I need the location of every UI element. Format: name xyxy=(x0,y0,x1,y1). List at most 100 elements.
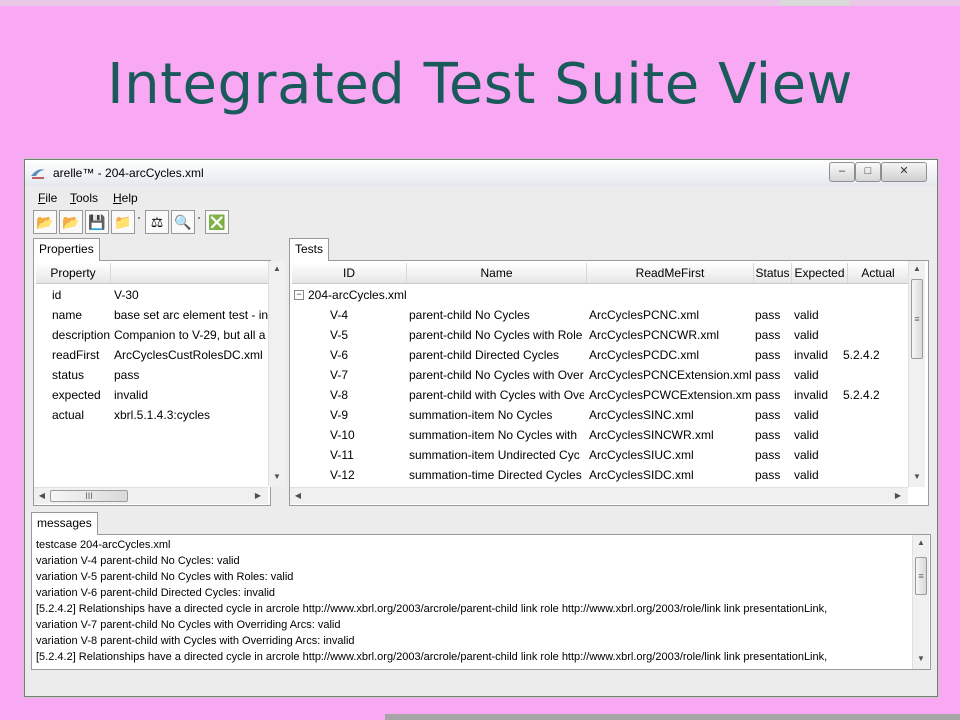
message-line: variation V-5 parent-child No Cycles wit… xyxy=(36,571,294,583)
toolbar-separator xyxy=(138,217,140,219)
top-strip xyxy=(0,0,960,6)
test-status: pass xyxy=(755,448,781,462)
scroll-up-arrow[interactable]: ▲ xyxy=(269,261,285,277)
test-row[interactable]: V-6 parent-child Directed Cycles ArcCycles… xyxy=(290,345,908,365)
properties-header: Property xyxy=(36,263,268,284)
test-id: V-12 xyxy=(330,468,355,482)
test-readmefirst: ArcCyclesSIDC.xml xyxy=(589,468,694,482)
test-row[interactable]: V-9 summation-item No Cycles ArcCyclesSINC… xyxy=(290,405,908,425)
messages-vscroll[interactable]: ▲ ≡ ▼ xyxy=(912,535,929,669)
property-row[interactable]: actual xbrl.5.1.4.3:cycles xyxy=(36,405,268,425)
test-readmefirst: ArcCyclesPCWCExtension.xml xyxy=(589,388,751,402)
column-header-readmefirst[interactable]: ReadMeFirst xyxy=(587,263,754,283)
menu-file[interactable]: File xyxy=(38,191,57,205)
column-header-status[interactable]: Status xyxy=(754,263,792,283)
test-readmefirst: ArcCyclesSIUC.xml xyxy=(589,448,694,462)
test-status: pass xyxy=(755,308,781,322)
test-status: pass xyxy=(755,368,781,382)
test-row[interactable]: V-4 parent-child No Cycles ArcCyclesPCNC.x… xyxy=(290,305,908,325)
window-titlebar[interactable]: arelle™ - 204-arcCycles.xml – □ ✕ xyxy=(25,160,937,186)
property-value: invalid xyxy=(114,388,149,402)
testcase-label: 204-arcCycles.xml xyxy=(308,288,407,302)
test-status: pass xyxy=(755,348,781,362)
save-icon[interactable]: 💾 xyxy=(85,210,109,234)
open-folder-icon[interactable]: 📂 xyxy=(33,210,57,234)
scroll-left-arrow[interactable]: ◀ xyxy=(34,488,50,504)
test-id: V-4 xyxy=(330,308,349,322)
scroll-right-arrow[interactable]: ▶ xyxy=(250,488,266,504)
test-id: V-9 xyxy=(330,408,349,422)
hscroll-thumb[interactable]: III xyxy=(50,490,128,502)
scroll-down-arrow[interactable]: ▼ xyxy=(269,469,285,485)
clear-log-icon[interactable]: ❎ xyxy=(205,210,229,234)
scroll-left-arrow[interactable]: ◀ xyxy=(290,488,306,504)
test-row[interactable]: V-5 parent-child No Cycles with Role ArcCy… xyxy=(290,325,908,345)
column-header-name[interactable]: Name xyxy=(407,263,587,283)
property-value: xbrl.5.1.4.3:cycles xyxy=(114,408,211,422)
compare-icon[interactable]: 🔍 xyxy=(171,210,195,234)
test-readmefirst: ArcCyclesSINC.xml xyxy=(589,408,694,422)
minimize-button[interactable]: – xyxy=(829,162,855,182)
test-expected: valid xyxy=(794,448,819,462)
property-value: pass xyxy=(114,368,140,382)
maximize-button[interactable]: □ xyxy=(855,162,881,182)
test-name: parent-child No Cycles with Over xyxy=(409,368,584,382)
property-row[interactable]: status pass xyxy=(36,365,268,385)
property-value: V-30 xyxy=(114,288,139,302)
test-id: V-8 xyxy=(330,388,349,402)
property-row[interactable]: expected invalid xyxy=(36,385,268,405)
test-status: pass xyxy=(755,388,781,402)
validate-icon[interactable]: ⚖ xyxy=(145,210,169,234)
test-row[interactable]: V-7 parent-child No Cycles with Over ArcCy… xyxy=(290,365,908,385)
tab-properties[interactable]: Properties xyxy=(33,238,100,261)
scroll-down-arrow[interactable]: ▼ xyxy=(913,651,929,667)
test-row[interactable]: V-10 summation-item No Cycles with ArcCycl… xyxy=(290,425,908,445)
property-row[interactable]: name base set arc element test - inv xyxy=(36,305,268,325)
test-actual xyxy=(843,465,903,485)
column-header-id[interactable]: ID xyxy=(292,263,407,283)
scroll-down-arrow[interactable]: ▼ xyxy=(909,469,925,485)
test-name: summation-item No Cycles xyxy=(409,408,553,422)
property-row[interactable]: readFirst ArcCyclesCustRolesDC.xml xyxy=(36,345,268,365)
messages-panel: testcase 204-arcCycles.xml variation V-4 … xyxy=(31,534,931,670)
column-header-property[interactable]: Property xyxy=(36,263,111,283)
properties-vscroll[interactable]: ▲ ▼ xyxy=(268,261,285,487)
scroll-right-arrow[interactable]: ▶ xyxy=(890,488,906,504)
column-header-actual[interactable]: Actual xyxy=(848,263,908,283)
close-file-icon[interactable]: 📁 xyxy=(111,210,135,234)
collapse-icon[interactable]: − xyxy=(294,290,304,300)
arelle-window: arelle™ - 204-arcCycles.xml – □ ✕ File T… xyxy=(24,159,938,697)
window-title: arelle™ - 204-arcCycles.xml xyxy=(53,166,204,180)
tree-group-row[interactable]: − 204-arcCycles.xml xyxy=(290,285,908,305)
vscroll-thumb[interactable]: ≡ xyxy=(911,279,923,359)
menu-tools[interactable]: Tools xyxy=(70,191,98,205)
open-web-icon[interactable]: 📂 xyxy=(59,210,83,234)
test-row[interactable]: V-8 parent-child with Cycles with Ove ArcC… xyxy=(290,385,908,405)
properties-hscroll[interactable]: ◀ III ▶ xyxy=(34,487,268,504)
property-name: id xyxy=(52,288,62,302)
test-actual xyxy=(843,325,903,345)
scroll-up-arrow[interactable]: ▲ xyxy=(913,535,929,551)
property-row[interactable]: description Companion to V-29, but all a xyxy=(36,325,268,345)
column-header-expected[interactable]: Expected xyxy=(792,263,848,283)
column-header-value[interactable] xyxy=(111,263,268,283)
vscroll-thumb[interactable]: ≡ xyxy=(915,557,927,595)
tab-messages[interactable]: messages xyxy=(31,512,98,535)
tab-tests[interactable]: Tests xyxy=(289,238,330,261)
test-id: V-10 xyxy=(330,428,355,442)
test-row[interactable]: V-11 summation-item Undirected Cyc ArcCycl… xyxy=(290,445,908,465)
close-button[interactable]: ✕ xyxy=(881,162,927,182)
test-row[interactable]: V-12 summation-time Directed Cycles ArcCyc… xyxy=(290,465,908,485)
property-row[interactable]: id V-30 xyxy=(36,285,268,305)
test-status: pass xyxy=(755,428,781,442)
test-expected: valid xyxy=(794,308,819,322)
test-name: parent-child Directed Cycles xyxy=(409,348,560,362)
test-readmefirst: ArcCyclesPCNCWR.xml xyxy=(589,328,719,342)
tests-vscroll[interactable]: ▲ ≡ ▼ xyxy=(908,261,925,487)
menu-help[interactable]: Help xyxy=(113,191,138,205)
test-readmefirst: ArcCyclesSINCWR.xml xyxy=(589,428,714,442)
property-value: base set arc element test - inv xyxy=(114,308,268,322)
tests-hscroll[interactable]: ◀ ▶ xyxy=(290,487,908,504)
test-expected: invalid xyxy=(794,388,829,402)
scroll-up-arrow[interactable]: ▲ xyxy=(909,261,925,277)
